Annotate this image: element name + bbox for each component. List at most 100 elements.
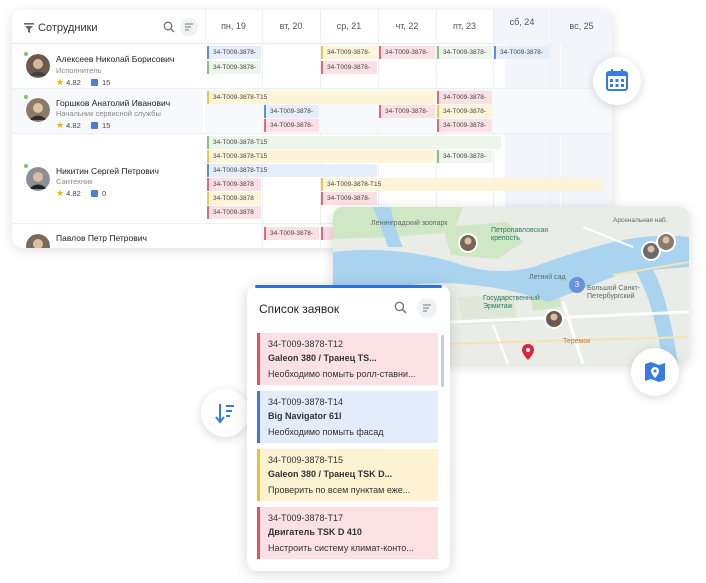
employee-stats: ★ 4.82 0 bbox=[56, 188, 106, 199]
task-chip[interactable]: 34-T009-3878-T15 bbox=[321, 178, 603, 191]
search-icon[interactable] bbox=[394, 301, 407, 314]
star-icon: ★ bbox=[56, 120, 65, 130]
request-list-title: Список заявок bbox=[259, 302, 340, 316]
employee-orders: 0 bbox=[101, 189, 107, 198]
document-icon bbox=[90, 190, 98, 197]
day-header-sun: вс, 25 bbox=[550, 10, 612, 44]
employee-stats: ★ 4.82 15 bbox=[56, 120, 110, 131]
request-code: 34-T009-3878-T17 bbox=[268, 513, 344, 523]
request-code: 34-T009-3878-T12 bbox=[268, 339, 344, 349]
task-chip[interactable]: 34-T009-3878- bbox=[207, 46, 261, 59]
task-chip[interactable]: 34-T009-3878- bbox=[379, 46, 435, 59]
task-chip[interactable]: 34-T009-3878- bbox=[437, 150, 492, 163]
sort-button[interactable] bbox=[180, 18, 198, 36]
request-code: 34-T009-3878-T14 bbox=[268, 397, 344, 407]
map-label-garden: Летний сад bbox=[529, 274, 566, 281]
employee-row: Алексеев Николай Борисович Исполнитель ★… bbox=[12, 44, 612, 89]
online-status-dot bbox=[24, 52, 28, 56]
search-icon[interactable] bbox=[163, 21, 175, 33]
day-header-fri: пт, 23 bbox=[436, 10, 492, 44]
calendar-button[interactable] bbox=[593, 57, 641, 105]
schedule-header: Сотрудники пн, 19 вт, 20 ср, 21 чт, 22 п… bbox=[12, 10, 612, 44]
day-header-thu: чт, 22 bbox=[378, 10, 435, 44]
request-description: Настроить систему климат-конто... bbox=[268, 543, 414, 553]
filter-icon[interactable] bbox=[24, 23, 34, 33]
avatar bbox=[26, 167, 50, 191]
task-chip[interactable]: 34-T009-3878-T15 bbox=[207, 136, 501, 149]
document-icon bbox=[90, 79, 98, 86]
employee-orders: 15 bbox=[101, 78, 111, 87]
employee-map-pin[interactable] bbox=[655, 231, 677, 253]
employee-name: Алексеев Николай Борисович bbox=[56, 54, 175, 64]
map-label-theatre: Большой Санкт-Петербургский bbox=[587, 285, 640, 300]
star-icon: ★ bbox=[56, 188, 65, 198]
avatar bbox=[26, 98, 50, 122]
employee-stats: ★ 4.82 15 bbox=[56, 77, 110, 88]
task-chip[interactable]: 34-T009-3878- bbox=[264, 105, 319, 118]
request-description: Необходимо помыть ролл-ставни... bbox=[268, 369, 416, 379]
task-chip[interactable]: 34-T009-3878 bbox=[207, 206, 261, 219]
task-chip[interactable]: 34-T009-3878- bbox=[207, 61, 261, 74]
request-title: Galeon 380 / Транец TS... bbox=[268, 353, 377, 363]
employee-name: Павлов Петр Петрович bbox=[56, 233, 147, 243]
task-chip[interactable]: 34-T009-3878-T15 bbox=[207, 150, 435, 163]
day-header-wed: ср, 21 bbox=[320, 10, 377, 44]
task-chip[interactable]: 34-T009-3878- bbox=[437, 119, 492, 132]
avatar bbox=[26, 234, 50, 248]
sort-list-button[interactable] bbox=[201, 389, 249, 437]
scrollbar[interactable] bbox=[441, 335, 444, 387]
employee-info[interactable]: Горшков Анатолий Иванович Начальник серв… bbox=[12, 89, 203, 133]
request-title: Двигатель TSK D 410 bbox=[268, 527, 362, 537]
map-label-teremok: Теремок bbox=[563, 338, 591, 345]
map-label-embankment: Арсенальная наб. bbox=[613, 217, 668, 224]
employee-info[interactable]: Алексеев Николай Борисович Исполнитель ★… bbox=[12, 44, 203, 88]
day-header-tue: вт, 20 bbox=[262, 10, 319, 44]
task-chip[interactable]: 34-T009-3878- bbox=[494, 46, 549, 59]
task-chip[interactable]: 34-T009-3878- bbox=[437, 46, 492, 59]
task-chip[interactable] bbox=[321, 227, 333, 240]
employee-rating: 4.82 bbox=[66, 189, 81, 198]
employee-rating: 4.82 bbox=[66, 121, 81, 130]
document-icon bbox=[90, 122, 98, 129]
day-header-mon: пн, 19 bbox=[205, 10, 261, 44]
request-description: Проверить по всем пунктам еже... bbox=[268, 485, 411, 495]
sort-button[interactable] bbox=[417, 298, 437, 318]
task-chip[interactable]: 34-T009-3878- bbox=[379, 105, 435, 118]
map-button[interactable] bbox=[631, 348, 679, 396]
task-chip[interactable]: 34-T009-3878- bbox=[321, 46, 377, 59]
online-status-dot bbox=[24, 164, 28, 168]
task-chip[interactable]: 34-T009-3878- bbox=[321, 192, 377, 205]
day-header-sat: сб, 24 bbox=[493, 10, 549, 44]
calendar-icon bbox=[606, 69, 628, 91]
employee-info[interactable]: Никитин Сергей Петрович Сантехник ★ 4.82… bbox=[12, 134, 203, 223]
task-chip[interactable]: 34-T009-3878- bbox=[437, 105, 492, 118]
request-card[interactable]: 34-T009-3878-T12 Galeon 380 / Транец TS.… bbox=[257, 333, 438, 385]
map-label-fortress: Петропавловская крепость bbox=[491, 227, 549, 242]
map-cluster-marker[interactable]: 3 bbox=[569, 277, 585, 293]
employee-row: Горшков Анатолий Иванович Начальник серв… bbox=[12, 89, 612, 134]
star-icon: ★ bbox=[56, 77, 65, 87]
task-chip[interactable]: 34-T009-3878 bbox=[207, 178, 261, 191]
employee-info[interactable]: Павлов Петр Петрович bbox=[12, 224, 203, 248]
task-chip[interactable]: 34-T009-3878- bbox=[264, 119, 319, 132]
request-description: Необходимо помыть фасад bbox=[268, 427, 384, 437]
sort-down-icon bbox=[215, 404, 234, 424]
list-accent-bar bbox=[255, 285, 442, 288]
task-chip[interactable]: 34-T009-3878- bbox=[437, 91, 492, 104]
sort-icon bbox=[185, 23, 193, 31]
task-chip[interactable]: 34-T009-3878 bbox=[207, 192, 261, 205]
location-pin-icon[interactable] bbox=[522, 344, 534, 360]
request-card[interactable]: 34-T009-3878-T15 Galeon 380 / Транец TSK… bbox=[257, 449, 438, 501]
task-chip[interactable]: 34-T009-3878- bbox=[264, 227, 319, 240]
online-status-dot bbox=[24, 95, 28, 99]
task-chip[interactable]: 34-T009-3878-T15 bbox=[207, 164, 377, 177]
request-card[interactable]: 34-T009-3878-T14 Big Navigator 61l Необх… bbox=[257, 391, 438, 443]
task-chip[interactable]: 34-T009-3878- bbox=[321, 61, 377, 74]
request-card[interactable]: 34-T009-3878-T17 Двигатель TSK D 410 Нас… bbox=[257, 507, 438, 559]
request-title: Galeon 380 / Транец TSK D... bbox=[268, 469, 393, 479]
task-chip[interactable]: 34-T009-3878-T15 bbox=[207, 91, 435, 104]
request-title: Big Navigator 61l bbox=[268, 411, 342, 421]
employee-map-pin[interactable] bbox=[457, 232, 479, 254]
employee-orders: 15 bbox=[101, 121, 111, 130]
employee-map-pin[interactable] bbox=[543, 308, 565, 330]
